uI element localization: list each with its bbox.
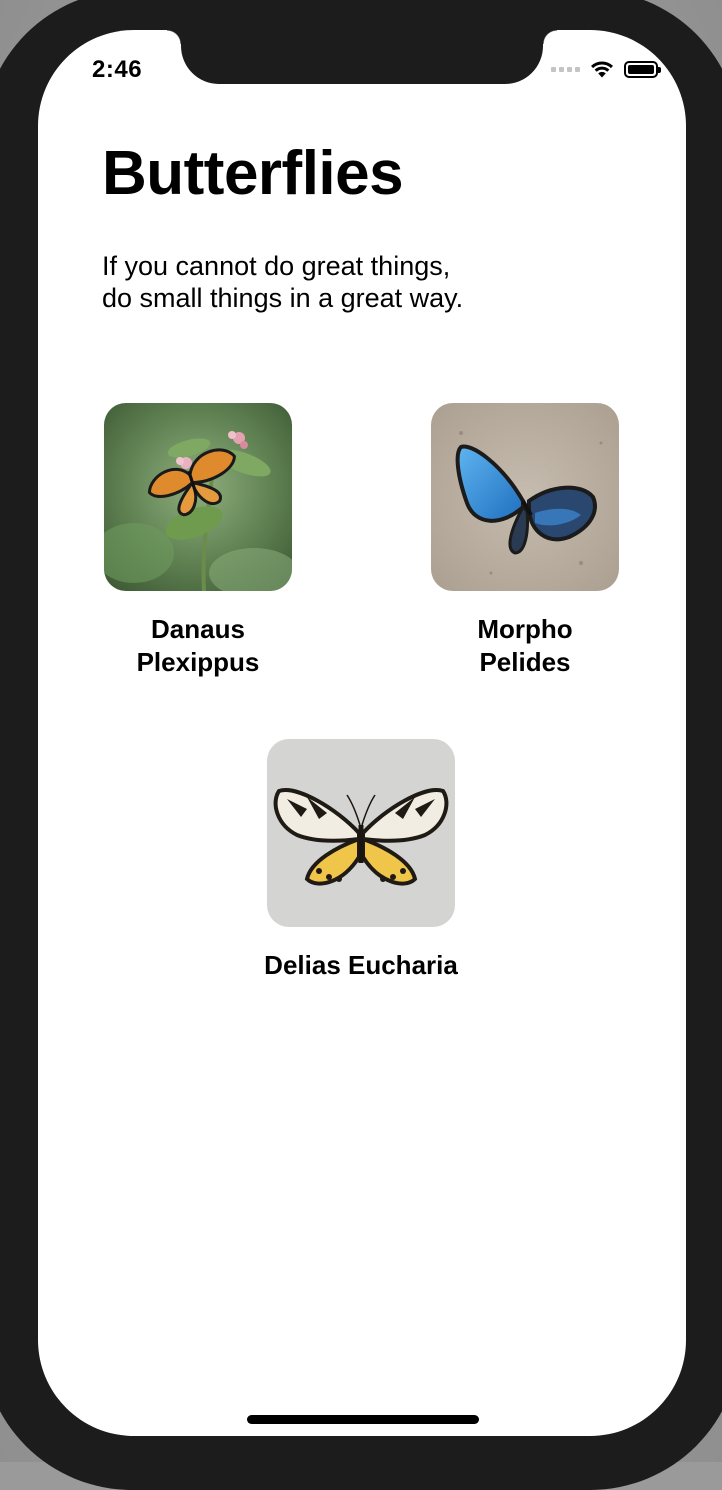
status-time: 2:46 <box>92 56 143 83</box>
butterfly-name-line-2: Plexippus <box>136 647 260 677</box>
camera-notch <box>167 30 557 84</box>
butterfly-card-delias-eucharia[interactable]: Delias Eucharia <box>231 739 491 982</box>
subtitle-line-2: do small things in a great way. <box>102 283 464 313</box>
page-subtitle: If you cannot do great things, do small … <box>102 250 542 314</box>
monarch-butterfly-image <box>104 403 292 591</box>
butterfly-name: Danaus Plexippus <box>88 613 308 679</box>
butterfly-name: Morpho Pelides <box>415 613 635 679</box>
butterfly-name-line-1: Delias Eucharia <box>264 950 458 980</box>
butterfly-image-morpho[interactable] <box>431 403 619 591</box>
butterfly-image-delias[interactable] <box>267 739 455 927</box>
phone-screen: 2:46 Butterflies If you cannot do great … <box>38 30 686 1436</box>
wifi-icon <box>591 61 613 78</box>
butterfly-image-monarch[interactable] <box>104 403 292 591</box>
delias-butterfly-image <box>267 739 455 927</box>
butterfly-name-line-1: Morpho <box>477 614 573 644</box>
battery-fill <box>628 64 654 74</box>
butterfly-card-morpho-pelides[interactable]: Morpho Pelides <box>415 403 635 679</box>
subtitle-line-1: If you cannot do great things, <box>102 251 451 281</box>
butterfly-name-line-1: Danaus <box>151 614 245 644</box>
page-title: Butterflies <box>102 139 404 208</box>
blue-morpho-butterfly-image <box>431 403 619 591</box>
butterfly-card-danaus-plexippus[interactable]: Danaus Plexippus <box>88 403 308 679</box>
home-indicator[interactable] <box>247 1415 479 1424</box>
device-backdrop: 2:46 Butterflies If you cannot do great … <box>0 0 722 1490</box>
status-icons <box>551 60 661 78</box>
battery-icon <box>624 60 661 78</box>
butterfly-name: Delias Eucharia <box>231 949 491 982</box>
butterfly-name-line-2: Pelides <box>479 647 571 677</box>
cellular-signal-icon <box>551 66 580 72</box>
